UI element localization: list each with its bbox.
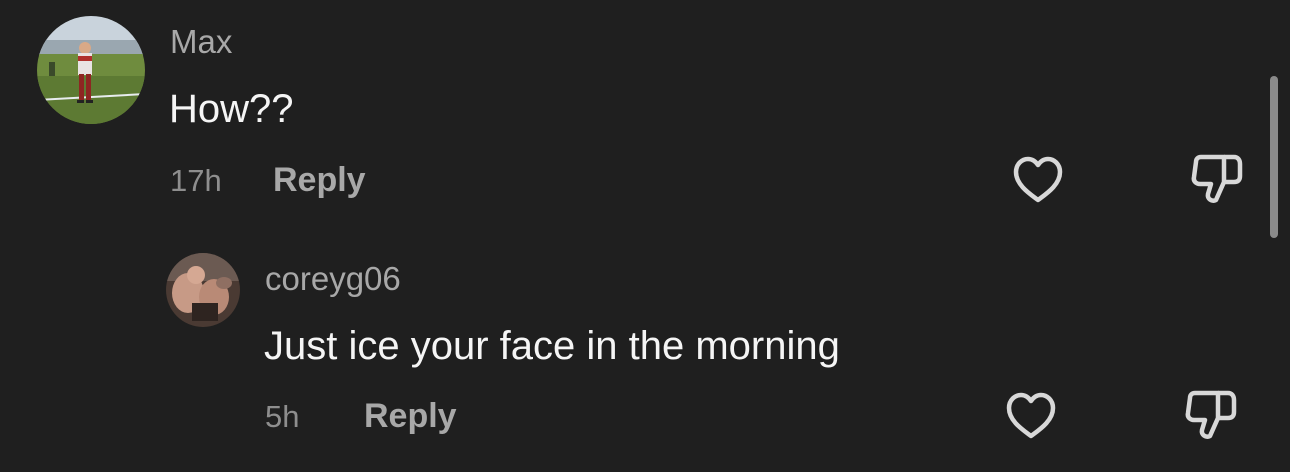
thumbs-down-icon: [1191, 154, 1243, 203]
like-button[interactable]: [1003, 390, 1059, 442]
heart-outline-icon: [1006, 392, 1056, 439]
reply-button[interactable]: Reply: [273, 160, 366, 200]
comment-text: How??: [169, 87, 294, 131]
heart-outline-icon: [1013, 156, 1063, 203]
thumbs-down-icon: [1185, 390, 1237, 439]
avatar[interactable]: [166, 253, 240, 327]
avatar-photo: [166, 253, 240, 327]
comment-username[interactable]: Max: [170, 22, 232, 62]
comment-timestamp: 5h: [265, 399, 300, 434]
comment-text: Just ice your face in the morning: [264, 324, 840, 368]
dislike-button[interactable]: [1182, 388, 1240, 444]
dislike-button[interactable]: [1188, 152, 1246, 208]
scrollbar[interactable]: [1270, 76, 1278, 238]
avatar-photo: [37, 16, 145, 124]
comment-timestamp: 17h: [170, 163, 222, 198]
avatar[interactable]: [37, 16, 145, 124]
like-button[interactable]: [1010, 154, 1066, 206]
reply-button[interactable]: Reply: [364, 396, 457, 436]
comment-username[interactable]: coreyg06: [265, 259, 401, 299]
